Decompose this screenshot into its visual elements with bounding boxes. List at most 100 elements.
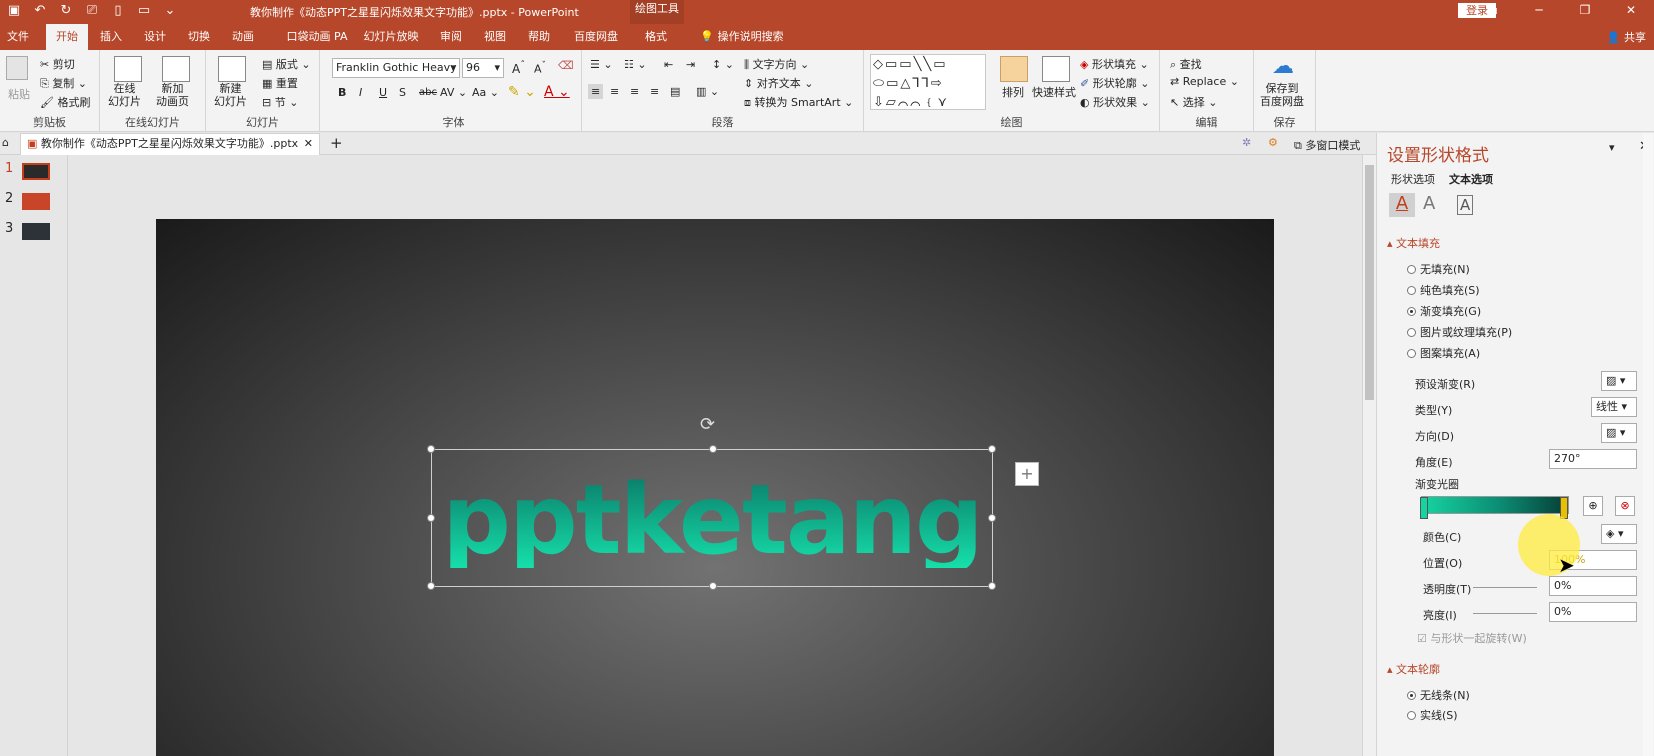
paste-button[interactable]: 粘贴 [8, 86, 30, 102]
shadow-icon[interactable]: S [399, 86, 406, 99]
pane-options-icon[interactable]: ▾ [1609, 141, 1615, 154]
tab-insert[interactable]: 插入 [92, 24, 130, 50]
gradient-stops-bar[interactable] [1420, 496, 1569, 519]
bullets-icon[interactable]: ☰ ⌄ [590, 58, 613, 71]
maximize-icon[interactable]: ❐ [1562, 0, 1608, 24]
change-case-icon[interactable]: Aa ⌄ [472, 86, 499, 99]
text-fill-outline-icon[interactable]: A [1389, 193, 1415, 217]
section-button[interactable]: ⊟ 节 ⌄ [262, 94, 298, 110]
text-direction-button[interactable]: ⫼ 文字方向 ⌄ [744, 56, 809, 72]
tab-baidu-netdisk[interactable]: 百度网盘 [568, 24, 624, 50]
customize-qat-icon[interactable]: ⌄ [162, 3, 178, 18]
open-file-icon[interactable]: ▭ [136, 3, 152, 18]
tab-text-options[interactable]: 文本选项 [1449, 171, 1493, 187]
add-stop-icon[interactable]: ⊕ [1583, 496, 1603, 516]
shape-effects-button[interactable]: ◐ 形状效果 ⌄ [1080, 94, 1150, 110]
new-slide-icon[interactable] [218, 56, 246, 82]
align-right-icon[interactable]: ≡ [630, 85, 639, 98]
resize-handle[interactable] [988, 582, 996, 590]
grow-font-icon[interactable]: Aˆ [512, 60, 525, 76]
slide-thumbnail-2[interactable] [22, 193, 50, 210]
rotate-handle-icon[interactable]: ⟳ [700, 414, 715, 435]
color-dropdown[interactable]: ◈ ▾ [1601, 524, 1637, 544]
arrange-button[interactable]: 排列 [1002, 84, 1024, 100]
slide[interactable]: ⟳ pptketang [156, 219, 1274, 756]
numbering-icon[interactable]: ☷ ⌄ [624, 58, 647, 71]
tab-slideshow[interactable]: 幻灯片放映 [362, 24, 420, 50]
online-slide-button[interactable]: 在线 幻灯片 [108, 82, 141, 108]
angle-spinner[interactable]: 270° [1549, 449, 1637, 469]
new-animation-page-button[interactable]: 新加 动画页 [156, 82, 189, 108]
shape-outline-button[interactable]: ✐ 形状轮廓 ⌄ [1080, 75, 1149, 91]
tab-shape-options[interactable]: 形状选项 [1391, 171, 1435, 187]
resize-handle[interactable] [709, 582, 717, 590]
direction-dropdown[interactable]: ▨ ▾ [1601, 423, 1637, 443]
preset-gradient-dropdown[interactable]: ▨ ▾ [1601, 371, 1637, 391]
wordart-text[interactable]: pptketang [432, 472, 992, 568]
baidu-cloud-icon[interactable]: ☁ [1272, 54, 1294, 79]
paste-icon[interactable] [6, 56, 28, 80]
pattern-fill-radio[interactable]: 图案填充(A) [1407, 345, 1480, 361]
reset-button[interactable]: ▦ 重置 [262, 75, 298, 91]
text-fill-section[interactable]: ▴ 文本填充 [1387, 235, 1440, 251]
align-left-icon[interactable]: ≡ [588, 84, 604, 99]
layout-options-icon[interactable]: + [1015, 462, 1039, 486]
columns-icon[interactable]: ▥ ⌄ [696, 85, 719, 98]
pin-icon[interactable]: ✲ [1242, 136, 1251, 149]
align-center-icon[interactable]: ≡ [610, 85, 619, 98]
transparency-slider[interactable] [1473, 587, 1537, 588]
resize-handle[interactable] [709, 445, 717, 453]
settings-icon[interactable]: ⚙ [1268, 136, 1278, 149]
line-spacing-icon[interactable]: ↕ ⌄ [712, 58, 734, 71]
slide-thumbnail-1[interactable] [22, 163, 50, 180]
minimize-icon[interactable]: ─ [1516, 0, 1562, 24]
remove-stop-icon[interactable]: ⊗ [1615, 496, 1635, 516]
tab-review[interactable]: 审阅 [432, 24, 470, 50]
align-text-button[interactable]: ⇕ 对齐文本 ⌄ [744, 75, 813, 91]
selected-textbox[interactable]: ⟳ pptketang [427, 414, 996, 590]
cut-button[interactable]: ✂ 剪切 [40, 56, 75, 72]
tab-animations[interactable]: 动画 [224, 24, 262, 50]
brightness-slider[interactable] [1473, 613, 1537, 614]
justify-icon[interactable]: ≡ [650, 85, 659, 98]
resize-handle[interactable] [427, 582, 435, 590]
new-file-icon[interactable]: ▯ [110, 3, 126, 18]
format-painter-button[interactable]: 🖌 格式刷 [40, 94, 90, 110]
bold-icon[interactable]: B [338, 86, 346, 99]
tab-file[interactable]: 文件 [0, 24, 36, 50]
multi-window-button[interactable]: ⧉ 多窗口模式 [1294, 137, 1360, 153]
text-outline-section[interactable]: ▴ 文本轮廓 [1387, 661, 1440, 677]
transparency-spinner[interactable]: 0% [1549, 576, 1637, 596]
layout-button[interactable]: ▤ 版式 ⌄ [262, 56, 311, 72]
distribute-icon[interactable]: ▤ [670, 85, 680, 98]
increase-indent-icon[interactable]: ⇥ [686, 58, 695, 71]
save-icon[interactable]: ▣ [6, 3, 22, 18]
replace-button[interactable]: ⇄ Replace ⌄ [1170, 75, 1239, 88]
type-dropdown[interactable]: 线性 ▾ [1591, 397, 1637, 417]
font-color-icon[interactable]: A ⌄ [544, 84, 570, 100]
highlight-icon[interactable]: ✎ ⌄ [508, 84, 536, 100]
font-name-select[interactable]: Franklin Gothic Heavy ▾ [332, 58, 460, 78]
gradient-stop-handle[interactable] [1420, 497, 1428, 519]
tab-pocket-animation[interactable]: 口袋动画 PA [272, 24, 362, 50]
solid-fill-radio[interactable]: 纯色填充(S) [1407, 282, 1480, 298]
slideshow-icon[interactable]: ⎚ [84, 3, 100, 18]
tab-transitions[interactable]: 切换 [180, 24, 218, 50]
clear-format-icon[interactable]: ⌫ [558, 59, 574, 72]
select-button[interactable]: ↖ 选择 ⌄ [1170, 94, 1217, 110]
close-tab-icon[interactable]: ✕ [304, 134, 313, 154]
online-slide-icon[interactable] [114, 56, 142, 82]
tab-help[interactable]: 帮助 [520, 24, 558, 50]
slide-thumbnail-3[interactable] [22, 223, 50, 240]
share-button[interactable]: 👤 共享 [1607, 29, 1646, 45]
document-tab[interactable]: ▣ 教你制作《动态PPT之星星闪烁效果文字功能》.pptx ✕ [20, 133, 320, 155]
arrange-icon[interactable] [1000, 56, 1028, 82]
underline-icon[interactable]: U [379, 86, 387, 99]
find-button[interactable]: ⌕ 查找 [1170, 56, 1202, 72]
save-to-netdisk-button[interactable]: 保存到 百度网盘 [1260, 82, 1304, 108]
italic-icon[interactable]: I [359, 86, 362, 99]
new-animation-page-icon[interactable] [162, 56, 190, 82]
tab-home[interactable]: 开始 [46, 24, 88, 50]
pane-scrollbar[interactable] [1643, 133, 1653, 756]
vertical-scrollbar[interactable] [1362, 155, 1376, 756]
